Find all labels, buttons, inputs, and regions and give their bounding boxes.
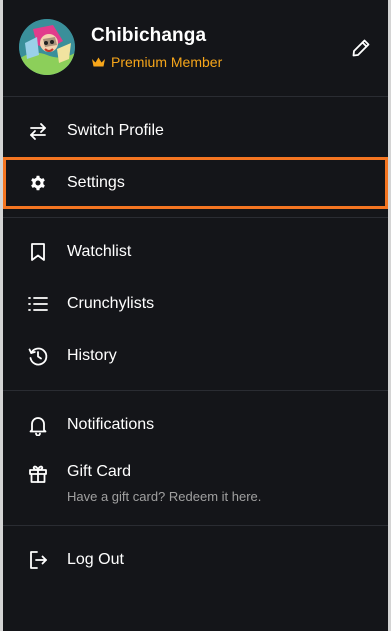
gear-icon	[27, 172, 49, 194]
avatar-image	[19, 19, 75, 75]
bookmark-icon	[27, 241, 49, 263]
profile-header: Chibichanga Premium Member	[3, 0, 388, 97]
menu-section-account: Log Out	[3, 526, 388, 594]
crunchylists-label: Crunchylists	[67, 295, 155, 312]
settings-item[interactable]: Settings	[3, 157, 388, 209]
history-icon	[27, 345, 49, 367]
logout-icon	[27, 549, 49, 571]
menu-section-extras: Notifications Gift Card Have a gift card…	[3, 391, 388, 526]
gift-card-sublabel: Have a gift card? Redeem it here.	[67, 489, 262, 504]
gift-card-item[interactable]: Gift Card Have a gift card? Redeem it he…	[3, 451, 388, 517]
pencil-icon[interactable]	[350, 37, 372, 59]
membership-label: Premium Member	[111, 54, 223, 70]
log-out-item[interactable]: Log Out	[3, 534, 388, 586]
bell-icon	[27, 414, 49, 436]
history-label: History	[67, 347, 117, 364]
menu-section-library: Watchlist Crunchylists History	[3, 218, 388, 391]
avatar[interactable]	[19, 19, 75, 75]
crunchylists-item[interactable]: Crunchylists	[3, 278, 388, 330]
history-item[interactable]: History	[3, 330, 388, 382]
membership-badge: Premium Member	[91, 54, 222, 70]
menu-section-profile: Switch Profile Settings	[3, 97, 388, 218]
log-out-label: Log Out	[67, 551, 124, 568]
account-menu-panel: Chibichanga Premium Member Switch Profil…	[3, 0, 388, 631]
switch-profile-label: Switch Profile	[67, 122, 164, 139]
settings-label: Settings	[67, 174, 125, 191]
crown-icon	[91, 56, 106, 68]
switch-profile-item[interactable]: Switch Profile	[3, 105, 388, 157]
gift-icon	[27, 463, 49, 485]
profile-name: Chibichanga	[91, 25, 207, 46]
watchlist-label: Watchlist	[67, 243, 132, 260]
list-icon	[27, 293, 49, 315]
gift-card-label: Gift Card	[67, 463, 132, 480]
switch-arrows-icon	[27, 120, 49, 142]
watchlist-item[interactable]: Watchlist	[3, 226, 388, 278]
notifications-label: Notifications	[67, 416, 155, 433]
notifications-item[interactable]: Notifications	[3, 399, 388, 451]
